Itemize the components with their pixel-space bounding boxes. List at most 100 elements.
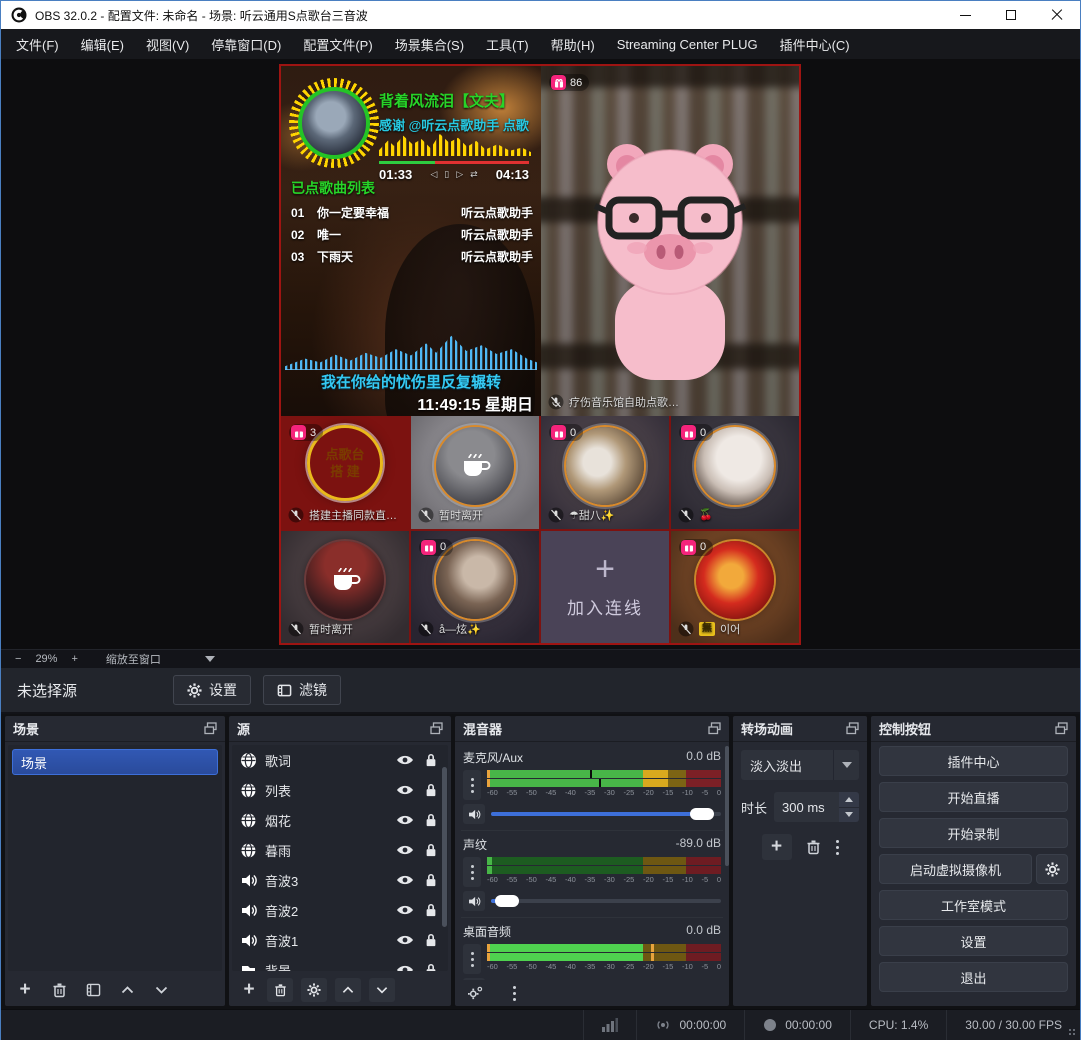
maximize-button[interactable] xyxy=(988,1,1034,29)
resize-grip[interactable] xyxy=(1068,1028,1077,1037)
advanced-audio-button[interactable] xyxy=(465,983,485,1003)
remove-source-button[interactable] xyxy=(267,978,293,1002)
visibility-eye-icon[interactable] xyxy=(396,903,414,917)
add-transition-button[interactable]: + xyxy=(762,834,792,860)
mute-button[interactable] xyxy=(463,804,485,824)
add-source-button[interactable]: + xyxy=(239,980,259,1000)
lock-icon[interactable] xyxy=(422,753,440,767)
gift-count: 0 xyxy=(700,427,706,439)
visibility-eye-icon[interactable] xyxy=(396,933,414,947)
channel-menu-button[interactable] xyxy=(463,857,481,887)
minimize-button[interactable] xyxy=(942,1,988,29)
source-row[interactable]: 暮雨 xyxy=(232,835,448,865)
room-caption: 疗伤音乐馆自助点歌… xyxy=(548,394,679,410)
add-scene-button[interactable]: + xyxy=(15,980,35,1000)
menu-plugin-center[interactable]: 插件中心(C) xyxy=(769,29,861,59)
start-recording-button[interactable]: 开始录制 xyxy=(879,818,1068,848)
channel-menu-button[interactable] xyxy=(463,770,481,800)
popout-icon[interactable] xyxy=(430,722,443,735)
gift-badge: 86 xyxy=(549,74,589,91)
transitions-body: 淡入淡出 时长 300 ms + xyxy=(733,742,867,1006)
source-row[interactable]: 音波1 xyxy=(232,925,448,955)
menu-streaming-center[interactable]: Streaming Center PLUG xyxy=(606,29,769,59)
move-source-up-button[interactable] xyxy=(335,978,361,1002)
properties-button[interactable]: 设置 xyxy=(173,675,251,705)
lock-icon[interactable] xyxy=(422,903,440,917)
source-row[interactable]: 烟花 xyxy=(232,805,448,835)
move-scene-up-button[interactable] xyxy=(117,980,137,1000)
popout-icon[interactable] xyxy=(1055,722,1068,735)
source-row[interactable]: 音波3 xyxy=(232,865,448,895)
tile-join[interactable]: + 加入连线 xyxy=(541,531,669,644)
menu-profile[interactable]: 配置文件(P) xyxy=(292,29,383,59)
menu-docks[interactable]: 停靠窗口(D) xyxy=(200,29,292,59)
source-row[interactable]: 列表 xyxy=(232,775,448,805)
menu-help[interactable]: 帮助(H) xyxy=(540,29,606,59)
remove-scene-button[interactable] xyxy=(49,980,69,1000)
plugin-center-button[interactable]: 插件中心 xyxy=(879,746,1068,776)
menu-edit[interactable]: 编辑(E) xyxy=(70,29,135,59)
sources-scrollbar[interactable] xyxy=(442,767,447,927)
preview-canvas[interactable]: 背着风流泪【文夫】 感谢 @听云点歌助手 点歌 01:33 ◁ ▯ ▷ ⇄ 04… xyxy=(279,64,801,645)
source-properties-button[interactable] xyxy=(301,978,327,1002)
popout-icon[interactable] xyxy=(708,722,721,735)
visibility-eye-icon[interactable] xyxy=(396,783,414,797)
lock-icon[interactable] xyxy=(422,873,440,887)
fit-to-window-label[interactable]: 缩放至窗口 xyxy=(106,651,161,667)
source-row[interactable]: 音波2 xyxy=(232,895,448,925)
visibility-eye-icon[interactable] xyxy=(396,843,414,857)
channel-menu-button[interactable] xyxy=(463,944,481,974)
mixer-channel-desktop: 桌面音频0.0 dB -60-55-50-45-40-35-30-25-20-1… xyxy=(461,918,723,980)
source-row[interactable]: 歌词 xyxy=(232,745,448,775)
source-row[interactable]: 背景 xyxy=(232,955,448,971)
move-scene-down-button[interactable] xyxy=(151,980,171,1000)
mixer-menu-button[interactable] xyxy=(513,986,516,1001)
source-label: 背景 xyxy=(265,961,388,972)
settings-button[interactable]: 设置 xyxy=(879,926,1068,956)
menu-tools[interactable]: 工具(T) xyxy=(475,29,540,59)
mixer-scrollbar[interactable] xyxy=(725,746,729,866)
volume-slider[interactable] xyxy=(491,894,721,908)
scene-filters-button[interactable] xyxy=(83,980,103,1000)
gift-count: 0 xyxy=(700,541,706,553)
lock-icon[interactable] xyxy=(422,813,440,827)
popout-icon[interactable] xyxy=(204,722,217,735)
exit-button[interactable]: 退出 xyxy=(879,962,1068,992)
cpu-text: CPU: 1.4% xyxy=(869,1018,928,1032)
menu-scene-collection[interactable]: 场景集合(S) xyxy=(384,29,475,59)
visibility-eye-icon[interactable] xyxy=(396,753,414,767)
start-streaming-button[interactable]: 开始直播 xyxy=(879,782,1068,812)
song-title: 背着风流泪【文夫】 xyxy=(379,90,514,111)
visibility-eye-icon[interactable] xyxy=(396,963,414,971)
transition-menu-button[interactable] xyxy=(836,840,839,855)
zoom-dropdown-icon[interactable] xyxy=(205,656,215,662)
audio-source-icon xyxy=(240,932,257,949)
transitions-header: 转场动画 xyxy=(733,716,867,742)
menu-file[interactable]: 文件(F) xyxy=(5,29,70,59)
visibility-eye-icon[interactable] xyxy=(396,813,414,827)
close-button[interactable] xyxy=(1034,1,1080,29)
lock-icon[interactable] xyxy=(422,843,440,857)
lock-icon[interactable] xyxy=(422,963,440,971)
zoom-out-button[interactable]: − xyxy=(15,653,21,665)
volume-slider[interactable] xyxy=(491,807,721,821)
zoom-in-button[interactable]: + xyxy=(71,653,77,665)
virtual-camera-settings-button[interactable] xyxy=(1036,854,1068,884)
spinner-down-button[interactable] xyxy=(839,808,859,823)
filters-button[interactable]: 滤镜 xyxy=(263,675,341,705)
scene-item-selected[interactable]: 场景 xyxy=(12,749,218,775)
popout-icon[interactable] xyxy=(846,722,859,735)
visibility-eye-icon[interactable] xyxy=(396,873,414,887)
lock-icon[interactable] xyxy=(422,933,440,947)
lock-icon[interactable] xyxy=(422,783,440,797)
start-virtual-camera-button[interactable]: 启动虚拟摄像机 xyxy=(879,854,1032,884)
transition-select[interactable]: 淡入淡出 xyxy=(741,750,859,780)
duration-input[interactable]: 300 ms xyxy=(774,792,859,822)
move-source-down-button[interactable] xyxy=(369,978,395,1002)
spinner-up-button[interactable] xyxy=(839,792,859,807)
studio-mode-button[interactable]: 工作室模式 xyxy=(879,890,1068,920)
remove-transition-button[interactable] xyxy=(804,837,824,857)
menu-view[interactable]: 视图(V) xyxy=(135,29,200,59)
mute-button[interactable] xyxy=(463,978,485,980)
mute-button[interactable] xyxy=(463,891,485,911)
